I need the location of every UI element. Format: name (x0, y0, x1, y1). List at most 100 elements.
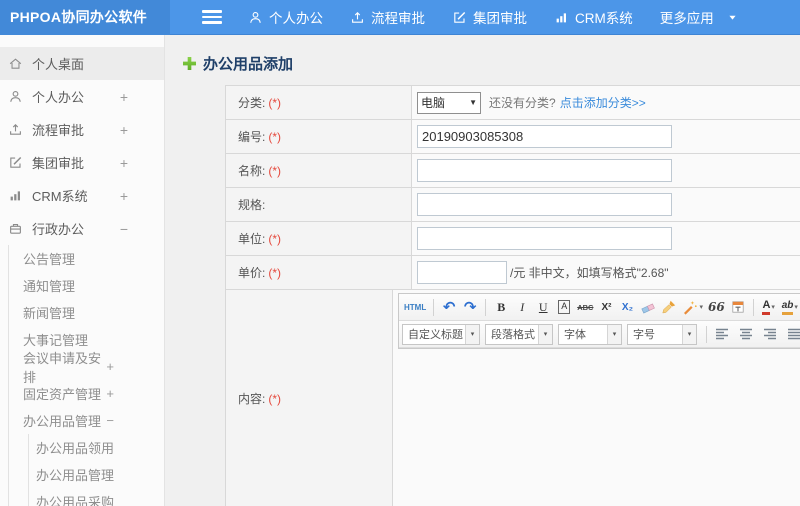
no-category-hint: 还没有分类? (489, 96, 556, 110)
bold-button[interactable]: B (491, 297, 511, 317)
code-input[interactable] (417, 125, 672, 148)
sidebar-item[interactable]: 办公用品领用 (8, 434, 164, 461)
brush-icon (661, 299, 677, 315)
nav-item[interactable]: 集团审批 (452, 7, 527, 27)
align-right-button[interactable] (760, 324, 780, 344)
price-input[interactable] (417, 261, 507, 284)
expand-icon[interactable]: + (106, 387, 114, 400)
required-marker: (*) (268, 163, 282, 178)
collapse-icon[interactable]: − (106, 414, 114, 427)
sidebar-item[interactable]: 通知管理 (8, 272, 164, 299)
sidebar-item[interactable]: 办公用品采购 (8, 488, 164, 506)
font-border-button[interactable]: A (554, 297, 574, 317)
font-size-dropdown[interactable]: 字号 ▾ (627, 323, 697, 345)
unit-input[interactable] (417, 227, 672, 250)
caret-down-icon: ▾ (607, 324, 621, 344)
app-window: PHPOA协同办公软件 个人办公 流程审批 集团审批 CRM系统 更多应用 个人桌面 个人… (0, 0, 800, 506)
form-row-price: 单价: (*) /元 非中文，如填写格式"2.68" (226, 256, 800, 290)
sidebar-item[interactable]: 流程审批 + (0, 113, 164, 146)
nav-item[interactable]: 个人办公 (248, 7, 323, 27)
sidebar-item[interactable]: 办公用品管理 (8, 461, 164, 488)
add-category-link[interactable]: 点击添加分类>> (560, 94, 646, 111)
caret-down-icon: ▾ (682, 324, 696, 344)
align-justify-button[interactable] (784, 324, 800, 344)
workflow-icon (350, 10, 365, 25)
nav-item[interactable]: 流程审批 (350, 7, 425, 27)
paste-text-icon (730, 299, 746, 315)
sidebar-item[interactable]: CRM系统 + (0, 179, 164, 212)
sidebar-item[interactable]: 行政办公 − (0, 212, 164, 245)
sidebar-item[interactable]: 固定资产管理 + (8, 380, 164, 407)
page-title: 办公用品添加 (183, 53, 293, 74)
sidebar-item[interactable]: 办公用品管理 − (8, 407, 164, 434)
expand-icon[interactable]: + (106, 360, 114, 373)
nav-item[interactable]: CRM系统 (554, 7, 633, 27)
sidebar: 个人桌面 个人办公 + 流程审批 + 集团审批 + CRM系统 + 行政办公 − 公告管理 通知管理 新闻… (0, 35, 165, 506)
top-navigation: 个人办公 流程审批 集团审批 CRM系统 更多应用 (248, 7, 738, 27)
sidebar-item[interactable]: 会议申请及安排 + (8, 351, 164, 385)
price-format-hint: /元 非中文，如填写格式"2.68" (510, 266, 669, 280)
blockquote-button[interactable]: 66 (706, 297, 727, 317)
expand-icon[interactable]: + (120, 123, 128, 137)
custom-title-dropdown[interactable]: 自定义标题 ▾ (402, 323, 480, 345)
html-source-button[interactable]: HTML (402, 297, 428, 317)
toolbar-separator (433, 298, 435, 316)
form-row-spec: 规格: (226, 188, 800, 222)
required-marker: (*) (268, 265, 282, 280)
paragraph-format-dropdown[interactable]: 段落格式 ▾ (485, 323, 553, 345)
subscript-button[interactable]: X₂ (617, 297, 637, 317)
paste-plain-button[interactable] (728, 297, 748, 317)
font-color-button[interactable]: A ▾ (759, 297, 779, 317)
caret-down-icon: ▾ (465, 324, 479, 344)
required-marker: (*) (268, 391, 282, 406)
align-left-button[interactable] (712, 324, 732, 344)
sidebar-item[interactable]: 个人桌面 (0, 47, 164, 80)
app-logo: PHPOA协同办公软件 (0, 0, 170, 35)
name-input[interactable] (417, 159, 672, 182)
expand-icon[interactable]: + (120, 90, 128, 104)
format-brush-button[interactable] (659, 297, 679, 317)
superscript-button[interactable]: X² (596, 297, 616, 317)
align-justify-icon (786, 326, 800, 342)
menu-toggle-button[interactable] (202, 10, 222, 24)
nav-item[interactable]: 更多应用 (660, 7, 738, 27)
editor-toolbar-row1: HTML ↶ ↷ B I U A ABC X² X₂ ▾ 66 A ▾ ab ▾ (399, 294, 800, 321)
remove-format-button[interactable] (638, 297, 658, 317)
chart-icon (554, 10, 569, 25)
sidebar-item[interactable]: 新闻管理 (8, 299, 164, 326)
content-label: 内容: (238, 392, 266, 406)
italic-button[interactable]: I (512, 297, 532, 317)
expand-icon[interactable]: + (120, 189, 128, 203)
font-family-dropdown[interactable]: 字体 ▾ (558, 323, 622, 345)
collapse-icon[interactable]: − (120, 222, 128, 236)
rich-text-editor: HTML ↶ ↷ B I U A ABC X² X₂ ▾ 66 A ▾ ab ▾ 自定义标题 ▾ 段落格式 ▾ 字体 ▾… (398, 293, 800, 349)
sidebar-item[interactable]: 个人办公 + (0, 80, 164, 113)
edit-icon (452, 10, 467, 25)
back-color-button[interactable]: ab ▾ (780, 297, 800, 317)
required-marker: (*) (268, 95, 282, 110)
align-center-button[interactable] (736, 324, 756, 344)
workflow-icon (8, 122, 23, 137)
strikethrough-button[interactable]: ABC (575, 297, 595, 317)
toolbar-separator (485, 298, 487, 316)
form-row-code: 编号: (*) (226, 120, 800, 154)
chart-icon (8, 188, 23, 203)
required-marker: (*) (268, 129, 282, 144)
form-row-name: 名称: (*) (226, 154, 800, 188)
sidebar-item[interactable]: 公告管理 (8, 245, 164, 272)
undo-button[interactable]: ↶ (439, 297, 459, 317)
redo-button[interactable]: ↷ (460, 297, 480, 317)
form-row-category: 分类: (*) 电脑 ▼ 还没有分类? 点击添加分类>> (226, 86, 800, 120)
underline-button[interactable]: U (533, 297, 553, 317)
spec-input[interactable] (417, 193, 672, 216)
caret-down-icon: ▾ (771, 304, 775, 311)
caret-down-icon: ▾ (699, 304, 703, 311)
category-label: 分类: (238, 96, 266, 110)
category-select[interactable]: 电脑 ▼ (417, 91, 481, 114)
form-row-unit: 单位: (*) (226, 222, 800, 256)
main-content: 办公用品添加 分类: (*) 电脑 ▼ 还没有分类? 点击添加分类>> 编号: … (165, 35, 800, 506)
sidebar-item[interactable]: 集团审批 + (0, 146, 164, 179)
auto-typeset-button[interactable]: ▾ (680, 297, 705, 317)
expand-icon[interactable]: + (120, 156, 128, 170)
edit-icon (8, 155, 23, 170)
